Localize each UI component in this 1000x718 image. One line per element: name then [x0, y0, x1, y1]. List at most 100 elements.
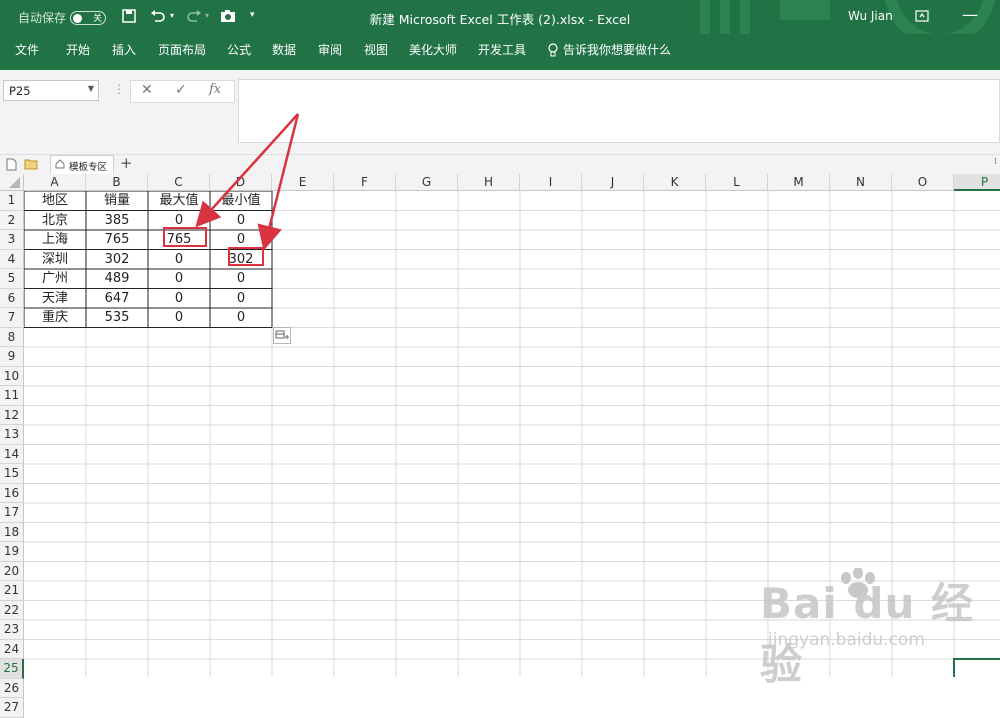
row-header-13[interactable]: 13: [0, 425, 24, 445]
formula-bar-grip-icon[interactable]: ⋮: [113, 82, 125, 96]
row-header-6[interactable]: 6: [0, 288, 24, 308]
column-header-j[interactable]: J: [582, 174, 644, 191]
row-header-17[interactable]: 17: [0, 503, 24, 523]
row-header-24[interactable]: 24: [0, 639, 24, 659]
ribbon-decoration: [700, 0, 996, 34]
row-header-15[interactable]: 15: [0, 464, 24, 484]
cell-a3[interactable]: 上海: [24, 230, 86, 250]
tabs-overflow-icon[interactable]: ⁞: [994, 157, 997, 167]
formula-input[interactable]: [238, 79, 1000, 143]
insert-function-button[interactable]: fx: [209, 82, 221, 97]
row-header-4[interactable]: 4: [0, 249, 24, 269]
cell-b7[interactable]: 535: [86, 308, 148, 328]
row-header-3[interactable]: 3: [0, 230, 24, 250]
column-header-l[interactable]: L: [706, 174, 768, 191]
header-cell-b1[interactable]: 销量: [86, 191, 148, 211]
cell-c4[interactable]: 0: [148, 250, 210, 270]
tab-data[interactable]: 数据: [272, 41, 296, 58]
tab-view[interactable]: 视图: [364, 41, 388, 58]
name-box[interactable]: P25 ▼: [3, 80, 99, 101]
row-header-10[interactable]: 10: [0, 366, 24, 386]
row-header-16[interactable]: 16: [0, 483, 24, 503]
row-header-23[interactable]: 23: [0, 620, 24, 640]
tab-beautify-master[interactable]: 美化大师: [409, 41, 457, 58]
quick-analysis-button[interactable]: [273, 327, 291, 344]
column-header-b[interactable]: B: [86, 174, 148, 191]
cell-a6[interactable]: 天津: [24, 289, 86, 309]
column-header-a[interactable]: A: [24, 174, 86, 191]
tab-file[interactable]: 文件: [15, 41, 39, 58]
row-header-22[interactable]: 22: [0, 600, 24, 620]
row-header-18[interactable]: 18: [0, 522, 24, 542]
tab-template-zone[interactable]: 模板专区: [50, 155, 114, 174]
row-header-9[interactable]: 9: [0, 347, 24, 367]
column-header-e[interactable]: E: [272, 174, 334, 191]
cell-c7[interactable]: 0: [148, 308, 210, 328]
cell-a5[interactable]: 广州: [24, 269, 86, 289]
cell-c6[interactable]: 0: [148, 289, 210, 309]
watermark-url: jingyan.baidu.com: [768, 630, 925, 650]
tab-developer[interactable]: 开发工具: [478, 41, 526, 58]
row-header-5[interactable]: 5: [0, 269, 24, 289]
minimize-button[interactable]: —: [962, 5, 978, 24]
ribbon-display-options-icon[interactable]: [915, 10, 929, 22]
header-cell-d1[interactable]: 最小值: [210, 191, 272, 211]
tab-review[interactable]: 审阅: [318, 41, 342, 58]
row-header-8[interactable]: 8: [0, 327, 24, 347]
column-header-c[interactable]: C: [148, 174, 210, 191]
lightbulb-icon: [548, 42, 558, 56]
column-header-f[interactable]: F: [334, 174, 396, 191]
cell-d2[interactable]: 0: [210, 211, 272, 231]
column-header-k[interactable]: K: [644, 174, 706, 191]
row-header-14[interactable]: 14: [0, 444, 24, 464]
folder-icon[interactable]: [24, 158, 38, 170]
add-tab-button[interactable]: +: [120, 154, 133, 172]
cell-d6[interactable]: 0: [210, 289, 272, 309]
tab-formulas[interactable]: 公式: [227, 41, 251, 58]
row-header-27[interactable]: 27: [0, 698, 24, 718]
column-header-h[interactable]: H: [458, 174, 520, 191]
row-header-12[interactable]: 12: [0, 405, 24, 425]
column-header-i[interactable]: I: [520, 174, 582, 191]
name-box-dropdown-icon[interactable]: ▼: [88, 84, 94, 93]
row-header-11[interactable]: 11: [0, 386, 24, 406]
cell-b3[interactable]: 765: [86, 230, 148, 250]
cell-c5[interactable]: 0: [148, 269, 210, 289]
cancel-button[interactable]: ✕: [141, 82, 153, 98]
user-name[interactable]: Wu Jian: [848, 9, 893, 23]
row-header-26[interactable]: 26: [0, 678, 24, 698]
column-header-p[interactable]: P: [954, 174, 1000, 191]
workbook-tabs-row: 模板专区 + ⁞: [0, 154, 1000, 175]
enter-button[interactable]: ✓: [175, 82, 187, 98]
column-header-o[interactable]: O: [892, 174, 954, 191]
tab-home[interactable]: 开始: [66, 41, 90, 58]
row-header-1[interactable]: 1: [0, 191, 24, 211]
row-header-2[interactable]: 2: [0, 210, 24, 230]
column-header-n[interactable]: N: [830, 174, 892, 191]
column-header-g[interactable]: G: [396, 174, 458, 191]
cell-d7[interactable]: 0: [210, 308, 272, 328]
new-file-icon[interactable]: [6, 158, 17, 171]
column-header-m[interactable]: M: [768, 174, 830, 191]
cell-d5[interactable]: 0: [210, 269, 272, 289]
select-all-corner[interactable]: [0, 174, 24, 191]
cell-a2[interactable]: 北京: [24, 211, 86, 231]
paw-icon: [841, 568, 875, 598]
cell-a4[interactable]: 深圳: [24, 250, 86, 270]
header-cell-c1[interactable]: 最大值: [148, 191, 210, 211]
cell-a7[interactable]: 重庆: [24, 308, 86, 328]
cell-b4[interactable]: 302: [86, 250, 148, 270]
tell-me-search[interactable]: 告诉我你想要做什么: [547, 41, 671, 58]
tab-page-layout[interactable]: 页面布局: [158, 41, 206, 58]
cell-b2[interactable]: 385: [86, 211, 148, 231]
row-header-20[interactable]: 20: [0, 561, 24, 581]
header-cell-a1[interactable]: 地区: [24, 191, 86, 211]
row-header-21[interactable]: 21: [0, 581, 24, 601]
row-header-7[interactable]: 7: [0, 308, 24, 328]
row-header-25[interactable]: 25: [0, 659, 24, 679]
tab-insert[interactable]: 插入: [112, 41, 136, 58]
row-header-19[interactable]: 19: [0, 542, 24, 562]
cell-b5[interactable]: 489: [86, 269, 148, 289]
cell-b6[interactable]: 647: [86, 289, 148, 309]
column-header-d[interactable]: D: [210, 174, 272, 191]
